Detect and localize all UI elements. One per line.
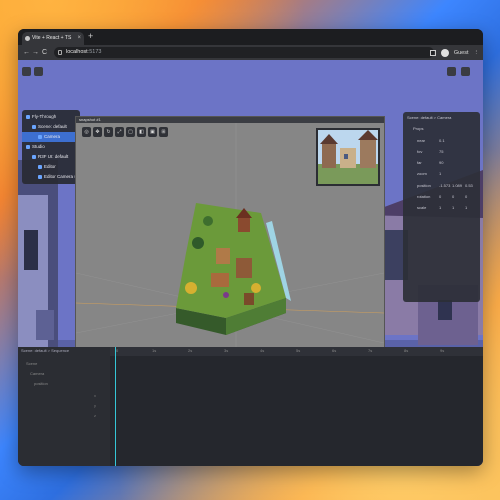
close-tab-icon[interactable]: × bbox=[77, 32, 81, 45]
object-icon bbox=[26, 144, 30, 149]
keyframe-toggle[interactable]: z bbox=[94, 413, 96, 418]
property-value-field[interactable]: 1 bbox=[465, 202, 467, 213]
snapshot-editor: snapshot #1 ◎ ✥ ↻ ⤢ ▢ ◧ ▣ ⊞ bbox=[75, 116, 385, 374]
properties-panel: Scene: default > Camera Props near 0.1 fov 75… bbox=[403, 112, 480, 302]
snapshot-button[interactable] bbox=[34, 67, 43, 76]
property-key: far bbox=[417, 160, 422, 166]
property-value-field[interactable]: 0 bbox=[465, 191, 467, 202]
new-tab-button[interactable]: + bbox=[88, 31, 93, 41]
forward-icon[interactable]: → bbox=[32, 48, 39, 57]
camera-preview[interactable] bbox=[316, 128, 380, 186]
sequence-editor: Scene: default > Sequence Scene Camera pos… bbox=[18, 347, 483, 466]
sequence-header: Scene: default > Sequence bbox=[21, 348, 70, 353]
playhead[interactable] bbox=[115, 347, 116, 466]
property-value-field[interactable]: 1 bbox=[439, 168, 441, 179]
property-row: scale 1 1 1 bbox=[403, 202, 480, 213]
address-bar-row: ← → C localhost:5173 Guest ⋮ bbox=[18, 45, 483, 60]
sequence-tree: Scene: default > Sequence Scene Camera pos… bbox=[18, 347, 110, 466]
outline-item-label: R3F UI: default bbox=[38, 154, 69, 159]
outline-item-label: Camera bbox=[44, 134, 61, 139]
outline-item[interactable]: Editor Camera snapshot #1 bbox=[22, 172, 99, 182]
property-row: rotation 0 0 0 bbox=[403, 191, 480, 202]
keyframe-toggle[interactable]: x bbox=[94, 393, 96, 398]
property-value-field[interactable]: 1.089 bbox=[452, 180, 462, 191]
properties-toggle-button[interactable] bbox=[447, 67, 456, 76]
profile-label[interactable]: Guest bbox=[454, 50, 469, 56]
property-value-field[interactable]: 1 bbox=[452, 202, 454, 213]
outline-item-label: Editor bbox=[44, 164, 56, 169]
property-row: far 90 bbox=[403, 157, 480, 168]
property-row: zoom 1 bbox=[403, 168, 480, 179]
url-field[interactable]: localhost:5173 bbox=[54, 47, 434, 58]
property-row: near 0.1 bbox=[403, 135, 480, 146]
property-row: fov 75 bbox=[403, 146, 480, 157]
property-value-field[interactable]: -1.573 bbox=[439, 180, 450, 191]
url-host: localhost bbox=[66, 49, 88, 55]
property-value-field[interactable]: 0 bbox=[439, 191, 441, 202]
time-tick-label: 6s bbox=[332, 348, 337, 353]
outline-toggle-button[interactable] bbox=[22, 67, 31, 76]
outline-item-label: Scene: default bbox=[38, 124, 67, 129]
time-ruler[interactable]: 0 1s 2s 3s 4s 5s 6s 7s 8s 9s bbox=[110, 347, 483, 356]
browser-tab[interactable]: Vite + React + TS × bbox=[22, 32, 84, 45]
object-icon bbox=[38, 134, 42, 139]
tab-title: Vite + React + TS bbox=[32, 35, 72, 41]
property-key: position bbox=[417, 182, 431, 188]
properties-section[interactable]: Props bbox=[403, 123, 480, 134]
time-tick-label: 8s bbox=[404, 348, 409, 353]
time-tick-label: 9s bbox=[440, 348, 445, 353]
menu-icon[interactable]: ⋮ bbox=[474, 50, 480, 56]
browser-window: Vite + React + TS × + ← → C localhost:51… bbox=[18, 29, 483, 466]
tab-bar: Vite + React + TS × + bbox=[18, 29, 483, 45]
property-key: near bbox=[417, 137, 426, 143]
properties-header: Scene: default > Camera bbox=[407, 115, 452, 120]
property-value-field[interactable]: 0.53 bbox=[465, 180, 473, 191]
outline-item[interactable]: R3F UI: default bbox=[22, 152, 80, 162]
favicon-icon bbox=[25, 36, 30, 41]
sequence-track[interactable]: position bbox=[34, 381, 48, 386]
back-icon[interactable]: ← bbox=[23, 48, 30, 57]
outline-item[interactable]: Camera bbox=[22, 132, 80, 142]
object-icon bbox=[32, 124, 36, 129]
sequence-track[interactable]: Scene bbox=[26, 361, 37, 366]
time-tick-label: 2s bbox=[188, 348, 193, 353]
outline-item[interactable]: Studio bbox=[22, 142, 80, 152]
property-value-field[interactable]: 0.1 bbox=[439, 135, 445, 146]
object-icon bbox=[38, 164, 42, 169]
property-key: fov bbox=[417, 148, 423, 154]
time-tick-label: 4s bbox=[260, 348, 265, 353]
outline-item[interactable]: Fly-Through bbox=[22, 112, 80, 122]
property-key: zoom bbox=[417, 171, 427, 177]
property-value-field[interactable]: 0 bbox=[452, 191, 454, 202]
profile-avatar-icon[interactable] bbox=[440, 48, 449, 57]
reload-icon[interactable]: C bbox=[42, 48, 47, 57]
time-tick-label: 1s bbox=[152, 348, 157, 353]
app-viewport: Fly-Through Scene: default Camera Studio R3F… bbox=[18, 60, 483, 466]
time-tick-label: 0 bbox=[116, 348, 119, 353]
object-icon bbox=[26, 114, 30, 119]
outline-item[interactable]: Scene: default bbox=[22, 122, 80, 132]
outline-panel: Fly-Through Scene: default Camera Studio R3F… bbox=[22, 110, 99, 184]
site-info-icon[interactable] bbox=[58, 50, 62, 55]
time-tick-label: 7s bbox=[368, 348, 373, 353]
sequence-track[interactable]: Camera bbox=[30, 371, 44, 376]
property-value-field[interactable]: 90 bbox=[439, 157, 443, 168]
outline-item-label: Studio bbox=[32, 144, 45, 149]
object-icon bbox=[38, 174, 42, 179]
outline-item[interactable]: Editor bbox=[22, 162, 80, 172]
keyframe-toggle[interactable]: y bbox=[94, 403, 96, 408]
url-port: :5173 bbox=[87, 49, 102, 55]
property-value-field[interactable]: 1 bbox=[439, 202, 441, 213]
property-key: scale bbox=[417, 205, 427, 211]
time-tick-label: 3s bbox=[224, 348, 229, 353]
sidepanel-icon[interactable] bbox=[429, 49, 436, 56]
fullscreen-button[interactable] bbox=[461, 67, 470, 76]
property-row: position -1.573 1.089 0.53 bbox=[403, 180, 480, 191]
property-value-field[interactable]: 75 bbox=[439, 146, 443, 157]
outline-item-label: Fly-Through bbox=[32, 114, 57, 119]
time-tick-label: 5s bbox=[296, 348, 301, 353]
object-icon bbox=[32, 154, 36, 159]
property-key: rotation bbox=[417, 194, 431, 200]
browser-toolbar-right: Guest ⋮ bbox=[429, 47, 480, 58]
